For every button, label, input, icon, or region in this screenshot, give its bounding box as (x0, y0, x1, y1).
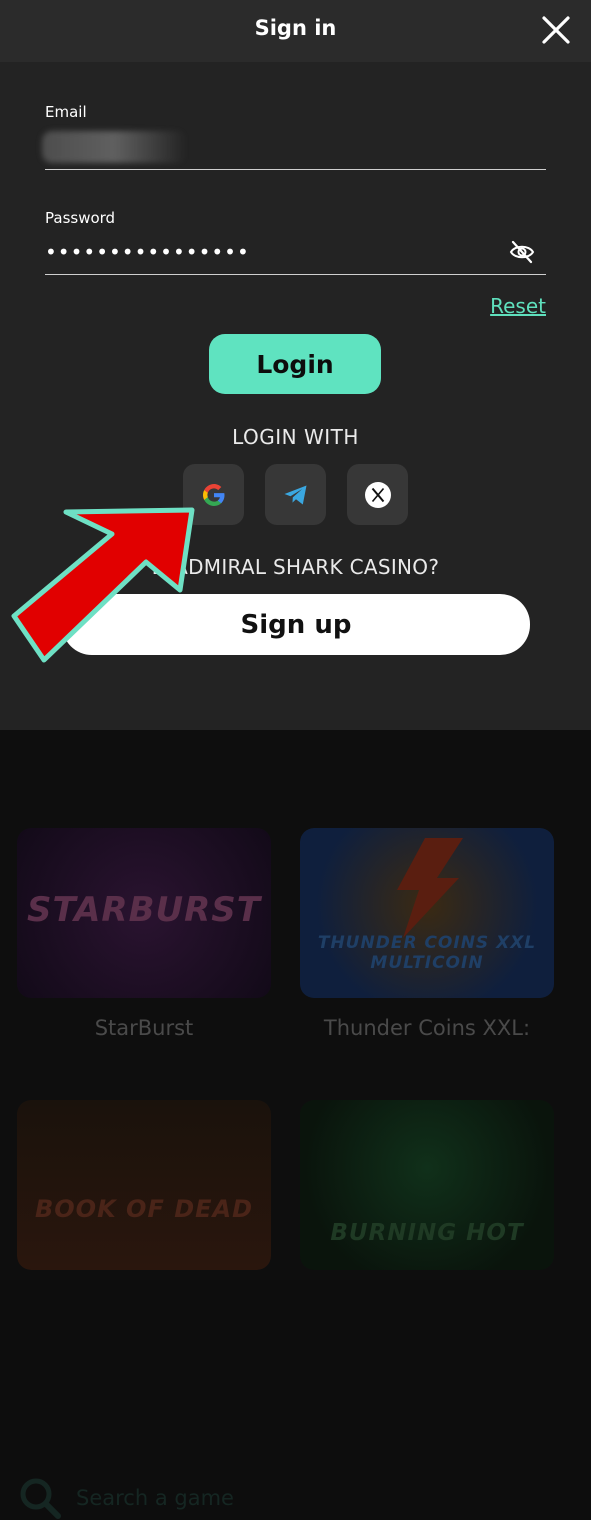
email-underline (45, 169, 546, 170)
game-card-book-of-dead: BOOK OF DEAD (17, 1100, 271, 1270)
google-icon (202, 483, 224, 506)
game-card-starburst: STARBURST StarBurst (17, 828, 271, 1040)
game-card-burning-hot: BURNING HOT (300, 1100, 554, 1270)
new-to-casino-text: D ADMIRAL SHARK CASINO? (151, 555, 440, 579)
game-card-thunder-coins: THUNDER COINS XXL MULTICOIN Thunder Coin… (300, 828, 554, 1040)
email-label: Email (45, 103, 87, 121)
telegram-login-button[interactable] (265, 464, 326, 525)
game-logo: THUNDER COINS XXL MULTICOIN (317, 933, 537, 973)
modal-header: Sign in (0, 0, 591, 62)
game-search: Search a game (18, 1478, 234, 1519)
game-logo: STARBURST (27, 890, 261, 930)
game-logo: BOOK OF DEAD (34, 1195, 253, 1223)
game-thumbnail: THUNDER COINS XXL MULTICOIN (300, 828, 554, 998)
game-title: Thunder Coins XXL: (323, 1016, 531, 1040)
game-title: StarBurst (94, 1016, 194, 1040)
reset-link[interactable]: Reset (490, 294, 546, 318)
x-login-button[interactable] (347, 464, 408, 525)
search-placeholder: Search a game (76, 1486, 234, 1510)
x-icon (364, 481, 391, 508)
game-thumbnail: STARBURST (17, 828, 271, 998)
lightning-icon (397, 838, 463, 938)
game-thumbnail: BURNING HOT (300, 1100, 554, 1270)
game-thumbnail: BOOK OF DEAD (17, 1100, 271, 1270)
signup-button[interactable]: Sign up (62, 594, 530, 655)
password-label: Password (45, 209, 116, 227)
login-button[interactable]: Login (209, 334, 381, 394)
telegram-icon (284, 485, 306, 504)
modal-title: Sign in (254, 16, 337, 40)
google-login-button[interactable] (183, 464, 244, 525)
password-underline (45, 274, 546, 275)
search-icon (20, 1478, 61, 1519)
eye-off-icon[interactable] (509, 240, 535, 264)
close-icon[interactable] (541, 15, 571, 45)
game-logo: BURNING HOT (330, 1220, 524, 1246)
email-field[interactable] (42, 131, 187, 163)
login-with-label: LOGIN WITH (232, 425, 359, 449)
sign-in-modal: Sign in Email Password •••••••••••••••• … (0, 0, 591, 730)
password-field[interactable]: •••••••••••••••• (45, 240, 250, 264)
